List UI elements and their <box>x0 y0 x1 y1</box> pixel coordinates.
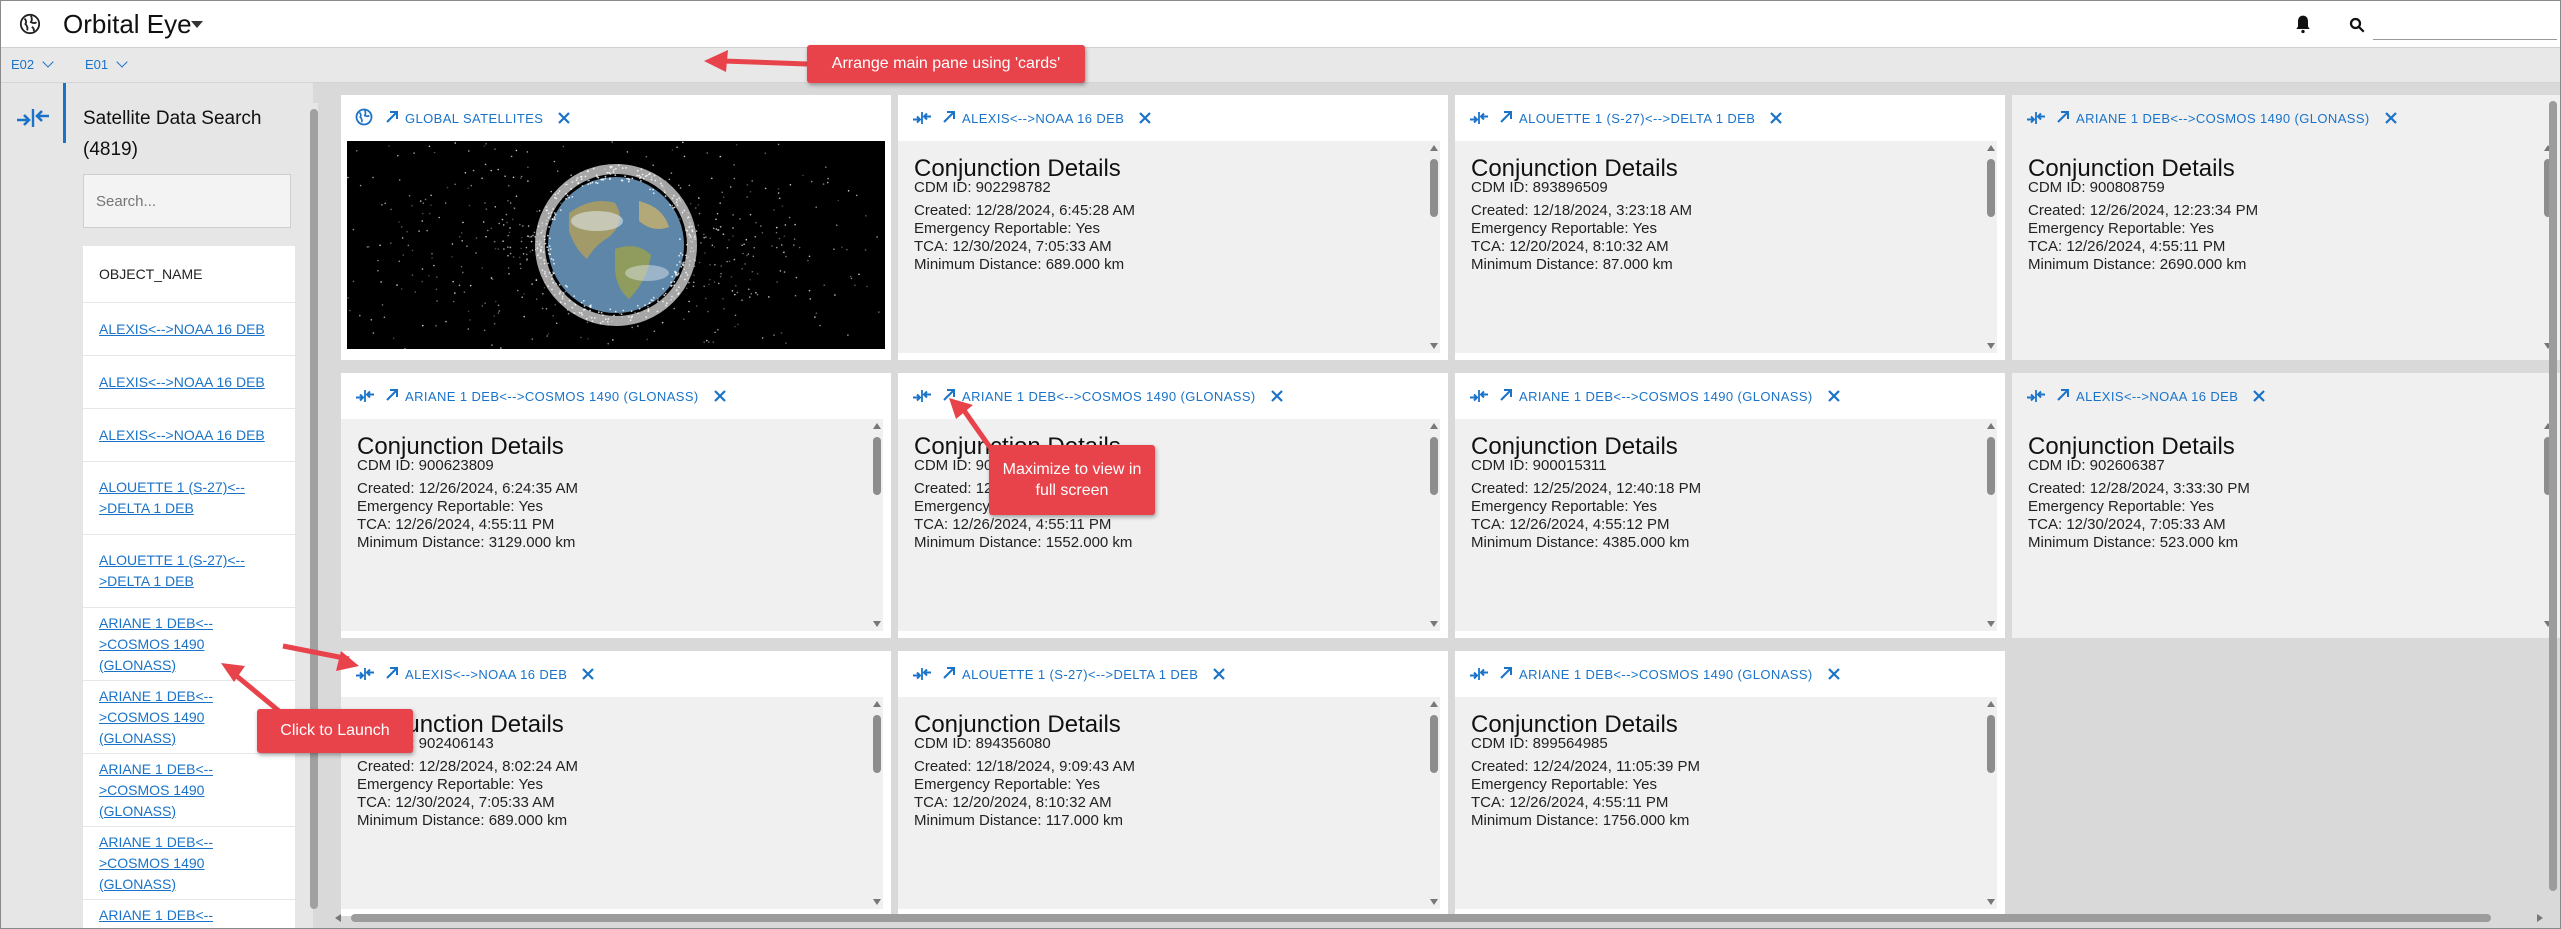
callout-arrange-cards: Arrange main pane using 'cards' <box>807 45 1085 83</box>
annotation-arrows <box>221 50 1004 713</box>
callout-click-to-launch: Click to Launch <box>257 709 413 753</box>
callout-maximize: Maximize to view in full screen <box>989 445 1155 515</box>
app-window: Orbital Eye E02 E01 Satellite Data Searc… <box>0 0 2561 929</box>
